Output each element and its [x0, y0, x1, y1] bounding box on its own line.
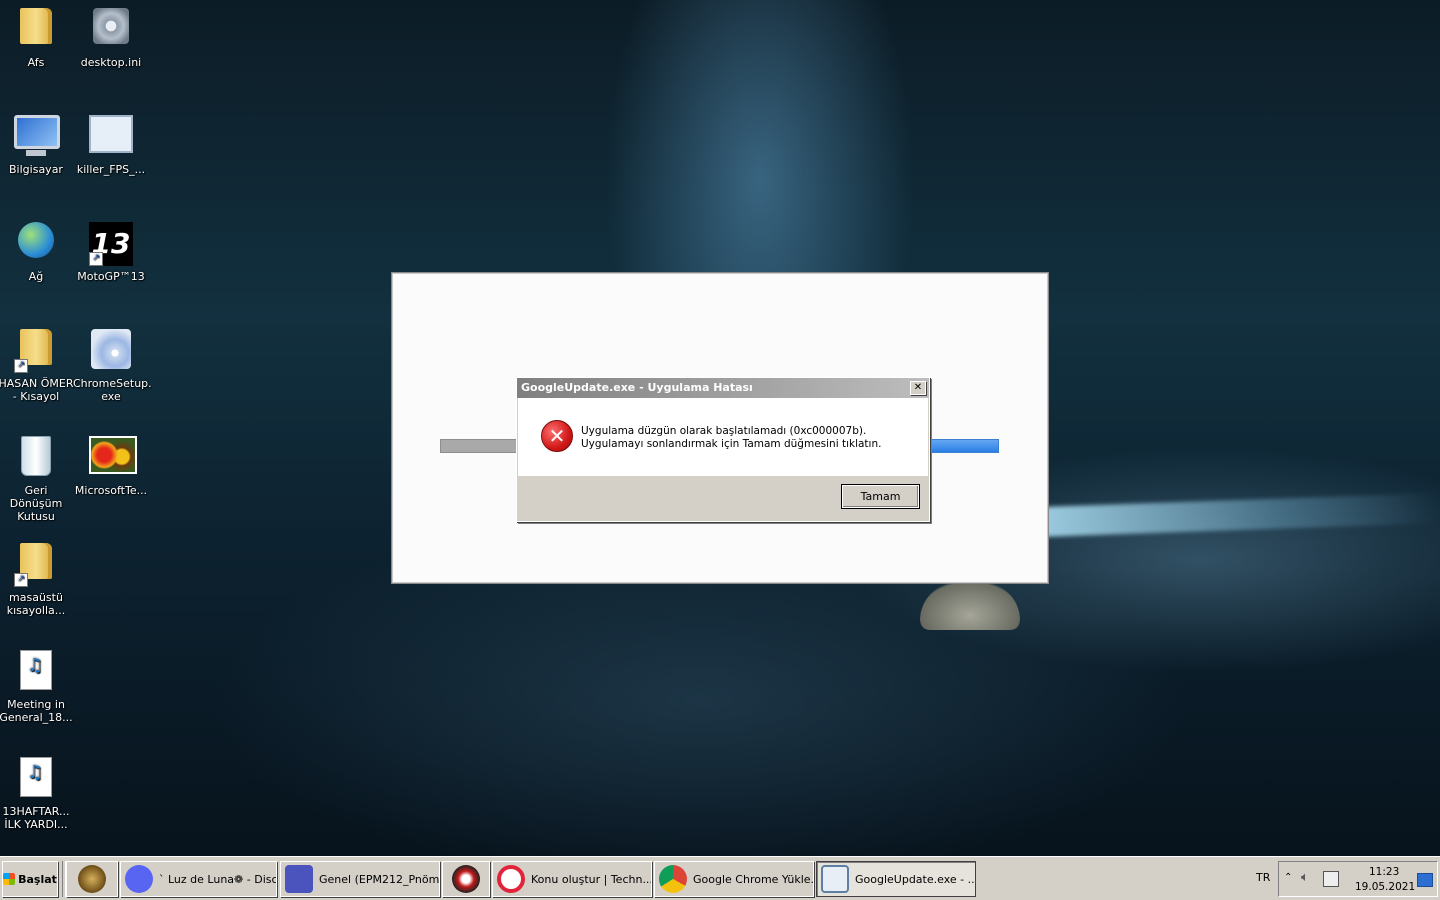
media-file-icon [14, 757, 58, 801]
desktop-icon-microsoft-teams-file[interactable]: MicrosoftTe... [73, 430, 149, 497]
flower-image-icon [89, 436, 137, 480]
taskbar-item-discord[interactable]: ` Luz de Luna❁ - Disc... [120, 861, 277, 897]
taskbar-item-teams[interactable]: Genel (EPM212_Pnöm... [280, 861, 440, 897]
gpu-z-icon [452, 865, 480, 893]
settings-file-icon [89, 8, 133, 52]
taskbar-item-league[interactable] [66, 861, 118, 897]
installer-disc-icon [89, 329, 133, 373]
error-dialog: GoogleUpdate.exe - Uygulama Hatası ✕ ✕ U… [516, 377, 930, 522]
computer-icon [14, 115, 60, 159]
speaker-icon[interactable]: 🔈︎ [1301, 870, 1309, 885]
desktop-icon-network[interactable]: Ağ [0, 216, 74, 283]
clock-time[interactable]: 11:23 [1369, 866, 1399, 878]
desktop-icon-label: desktop.ini [80, 56, 142, 69]
desktop-icon-first-aid-recording[interactable]: 13HAFTAR... İLK YARDI... [0, 751, 74, 831]
language-indicator[interactable]: TR [1256, 871, 1270, 884]
show-desktop-icon[interactable] [1417, 873, 1433, 887]
desktop-icon-killer-fps[interactable]: killer_FPS_... [73, 109, 149, 176]
dialog-body: ✕ Uygulama düzgün olarak başlatılamadı (… [518, 398, 928, 476]
installer-progress-track [440, 439, 522, 453]
desktop-icon-afs[interactable]: Afs [0, 2, 74, 69]
folder-shortcut-icon: ↗ [14, 543, 58, 587]
windows-logo-icon [3, 873, 16, 885]
show-hidden-icons-chevron-icon[interactable]: ⌃ [1284, 872, 1292, 883]
shortcut-arrow-icon: ↗ [89, 252, 103, 266]
dialog-footer: Tamam [517, 476, 929, 520]
discord-icon [125, 865, 153, 893]
installer-progress-fill [929, 439, 999, 453]
folder-shortcut-icon: ↗ [14, 329, 58, 373]
taskbar-item-label: Google Chrome Yükle... [693, 872, 814, 886]
taskbar-item-opera[interactable]: Konu oluştur | Techn... [492, 861, 652, 897]
taskbar: Başlat ` Luz de Luna❁ - Disc... Genel (E… [0, 856, 1440, 900]
desktop-icon-chromesetup[interactable]: ChromeSetup. exe [73, 323, 152, 403]
taskbar-item-label: GoogleUpdate.exe - ... [855, 872, 976, 886]
error-message: Uygulama düzgün olarak başlatılamadı (0x… [581, 425, 882, 450]
system-tray: ⌃ 🔈︎ 11:23 19.05.2021 [1278, 861, 1438, 897]
network-globe-icon [14, 222, 58, 266]
media-file-icon [14, 650, 58, 694]
desktop-icon-label: Meeting in General_18... [0, 698, 73, 724]
network-icon[interactable] [1323, 871, 1339, 887]
desktop-icon-label: Bilgisayar [9, 163, 63, 176]
start-button[interactable]: Başlat [2, 861, 58, 897]
desktop-icon-label: Geri Dönüşüm Kutusu [9, 484, 63, 523]
taskbar-item-label: ` Luz de Luna❁ - Disc... [159, 872, 277, 886]
recycle-bin-icon [14, 436, 58, 480]
taskbar-item-chrome-installer[interactable]: Google Chrome Yükle... [654, 861, 814, 897]
config-file-icon [89, 115, 133, 159]
desktop-icon-label: Afs [27, 56, 45, 69]
desktop-icon-label: killer_FPS_... [76, 163, 146, 176]
shortcut-arrow-icon: ↗ [14, 359, 28, 373]
desktop-icon-label: ChromeSetup. exe [73, 377, 152, 403]
desktop-icon-label: masaüstü kısayolla... [6, 591, 66, 617]
teams-icon [285, 865, 313, 893]
wallpaper-glow [1040, 493, 1440, 537]
taskbar-item-googleupdate[interactable]: GoogleUpdate.exe - ... [816, 861, 976, 897]
dialog-title: GoogleUpdate.exe - Uygulama Hatası [521, 381, 753, 394]
motogp-icon: 13 ↗ [89, 222, 133, 266]
desktop-icon-meeting-recording[interactable]: Meeting in General_18... [0, 644, 74, 724]
dialog-titlebar[interactable]: GoogleUpdate.exe - Uygulama Hatası ✕ [517, 378, 929, 398]
wallpaper-ghost [920, 582, 1020, 630]
desktop-icon-desktop-shortcuts[interactable]: ↗ masaüstü kısayolla... [0, 537, 74, 617]
clock-date[interactable]: 19.05.2021 [1355, 881, 1415, 893]
desktop-icon-recycle-bin[interactable]: Geri Dönüşüm Kutusu [0, 430, 74, 523]
start-label: Başlat [18, 872, 57, 886]
desktop-icon-hasan-omer[interactable]: ↗ HASAN ÖMER - Kısayol [0, 323, 74, 403]
desktop-icon-desktop-ini[interactable]: desktop.ini [73, 2, 149, 69]
ok-button[interactable]: Tamam [841, 484, 920, 509]
desktop-icon-label: 13HAFTAR... İLK YARDI... [2, 805, 70, 831]
league-icon [78, 865, 106, 893]
shortcut-arrow-icon: ↗ [14, 573, 28, 587]
desktop-icon-computer[interactable]: Bilgisayar [0, 109, 74, 176]
opera-icon [497, 865, 525, 893]
chrome-installer-icon [659, 865, 687, 893]
taskbar-item-gpu-z[interactable] [442, 861, 490, 897]
close-button[interactable]: ✕ [910, 381, 926, 395]
close-icon: ✕ [913, 382, 923, 393]
desktop-icon-label: MicrosoftTe... [74, 484, 148, 497]
desktop-icon-motogp[interactable]: 13 ↗ MotoGP™13 [73, 216, 149, 283]
taskbar-item-label: Genel (EPM212_Pnöm... [319, 872, 440, 886]
taskbar-item-label: Konu oluştur | Techn... [531, 872, 652, 886]
desktop-icon-label: HASAN ÖMER - Kısayol [0, 377, 74, 403]
desktop-icon-label: Ağ [28, 270, 44, 283]
user-folder-icon [14, 8, 58, 52]
desktop-icon-label: MotoGP™13 [77, 270, 145, 283]
app-window-icon [821, 865, 849, 893]
error-icon: ✕ [541, 420, 573, 452]
